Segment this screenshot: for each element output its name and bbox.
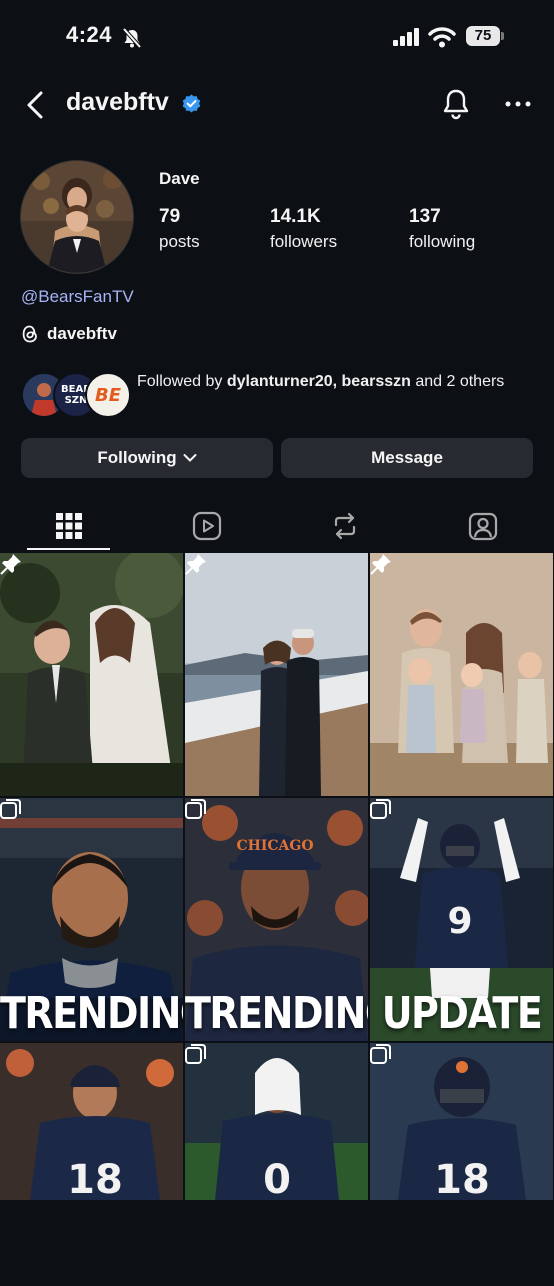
display-name: Dave — [159, 169, 200, 188]
tagged-icon — [468, 512, 498, 541]
mutual-avatar-3: BE — [85, 372, 131, 418]
following-button-label: Following — [97, 448, 177, 467]
tab-reposts[interactable] — [276, 503, 414, 549]
grid-post-1[interactable] — [0, 553, 183, 796]
chevron-down-icon — [183, 454, 197, 462]
grid-post-3[interactable] — [370, 553, 553, 796]
overlay-word: TRENDING — [185, 987, 368, 1039]
following-button[interactable]: Following — [21, 438, 273, 478]
followed-by-prefix: Followed by — [137, 373, 227, 390]
mutual-avatar-3-text: BE — [94, 384, 121, 406]
grid-post-8[interactable]: 0 — [185, 1043, 368, 1286]
reels-icon — [192, 511, 222, 541]
pin-icon — [370, 554, 391, 575]
grid-post-4[interactable]: TRENDING — [0, 798, 183, 1041]
carousel-icon — [370, 1044, 391, 1064]
profile-username: davebftv — [66, 88, 169, 116]
cellular-signal-icon — [393, 28, 419, 46]
stat-followers[interactable]: 14.1K followers — [270, 206, 337, 252]
battery-tip — [501, 32, 504, 40]
repost-icon — [334, 512, 356, 540]
followed-by-suffix: and 2 others — [410, 373, 505, 390]
grid-post-5[interactable]: CHICAGO TRENDING — [185, 798, 368, 1041]
carousel-icon — [185, 1044, 206, 1064]
status-time: 4:24 — [66, 22, 113, 47]
threads-badge[interactable]: davebftv — [21, 324, 117, 344]
notification-bell-icon[interactable] — [442, 88, 470, 120]
stat-following[interactable]: 137 following — [409, 206, 475, 252]
jersey-number: 0 — [263, 1157, 291, 1200]
active-tab-indicator — [27, 548, 110, 550]
tab-tagged[interactable] — [414, 503, 552, 549]
jersey-number: 18 — [434, 1157, 490, 1200]
back-arrow-icon[interactable] — [24, 90, 48, 120]
stat-posts-label: posts — [159, 232, 200, 251]
followed-by-text[interactable]: Followed by dylanturner20, bearsszn and … — [137, 370, 537, 394]
carousel-icon — [0, 799, 21, 819]
jersey-number: 9 — [447, 901, 472, 942]
grid-icon — [56, 513, 82, 539]
stat-posts-value: 79 — [159, 206, 181, 227]
threads-handle: davebftv — [47, 324, 117, 343]
stat-following-label: following — [409, 232, 476, 251]
stat-following-value: 137 — [409, 206, 441, 227]
stat-posts[interactable]: 79 posts — [159, 206, 200, 252]
tab-grid[interactable] — [0, 503, 138, 549]
avatar[interactable] — [20, 160, 134, 274]
tab-reels[interactable] — [138, 503, 276, 549]
battery-indicator: 75 — [466, 26, 500, 46]
threads-icon — [22, 325, 37, 343]
grid-post-2[interactable] — [185, 553, 368, 796]
message-button[interactable]: Message — [281, 438, 533, 478]
more-options-icon[interactable] — [505, 100, 531, 108]
pin-icon — [185, 554, 206, 575]
verified-badge-icon — [182, 94, 201, 113]
pin-icon — [0, 554, 21, 575]
jersey-number: 18 — [67, 1157, 123, 1200]
wifi-icon — [428, 27, 456, 48]
stat-followers-value: 14.1K — [270, 206, 321, 227]
grid-post-6[interactable]: 9 UPDATE — [370, 798, 553, 1041]
grid-post-9[interactable]: 18 — [370, 1043, 553, 1286]
bio-link[interactable]: @BearsFanTV — [21, 287, 134, 307]
message-button-label: Message — [371, 448, 443, 467]
carousel-icon — [185, 799, 206, 819]
overlay-word: UPDATE — [381, 987, 543, 1039]
followed-by-names: dylanturner20, bearsszn — [226, 373, 411, 390]
silent-bell-icon — [122, 28, 142, 48]
grid-post-7[interactable]: 18 — [0, 1043, 183, 1286]
overlay-word: TRENDING — [0, 987, 183, 1039]
cap-logo-text: CHICAGO — [236, 838, 313, 854]
carousel-icon — [370, 799, 391, 819]
stat-followers-label: followers — [270, 232, 338, 251]
